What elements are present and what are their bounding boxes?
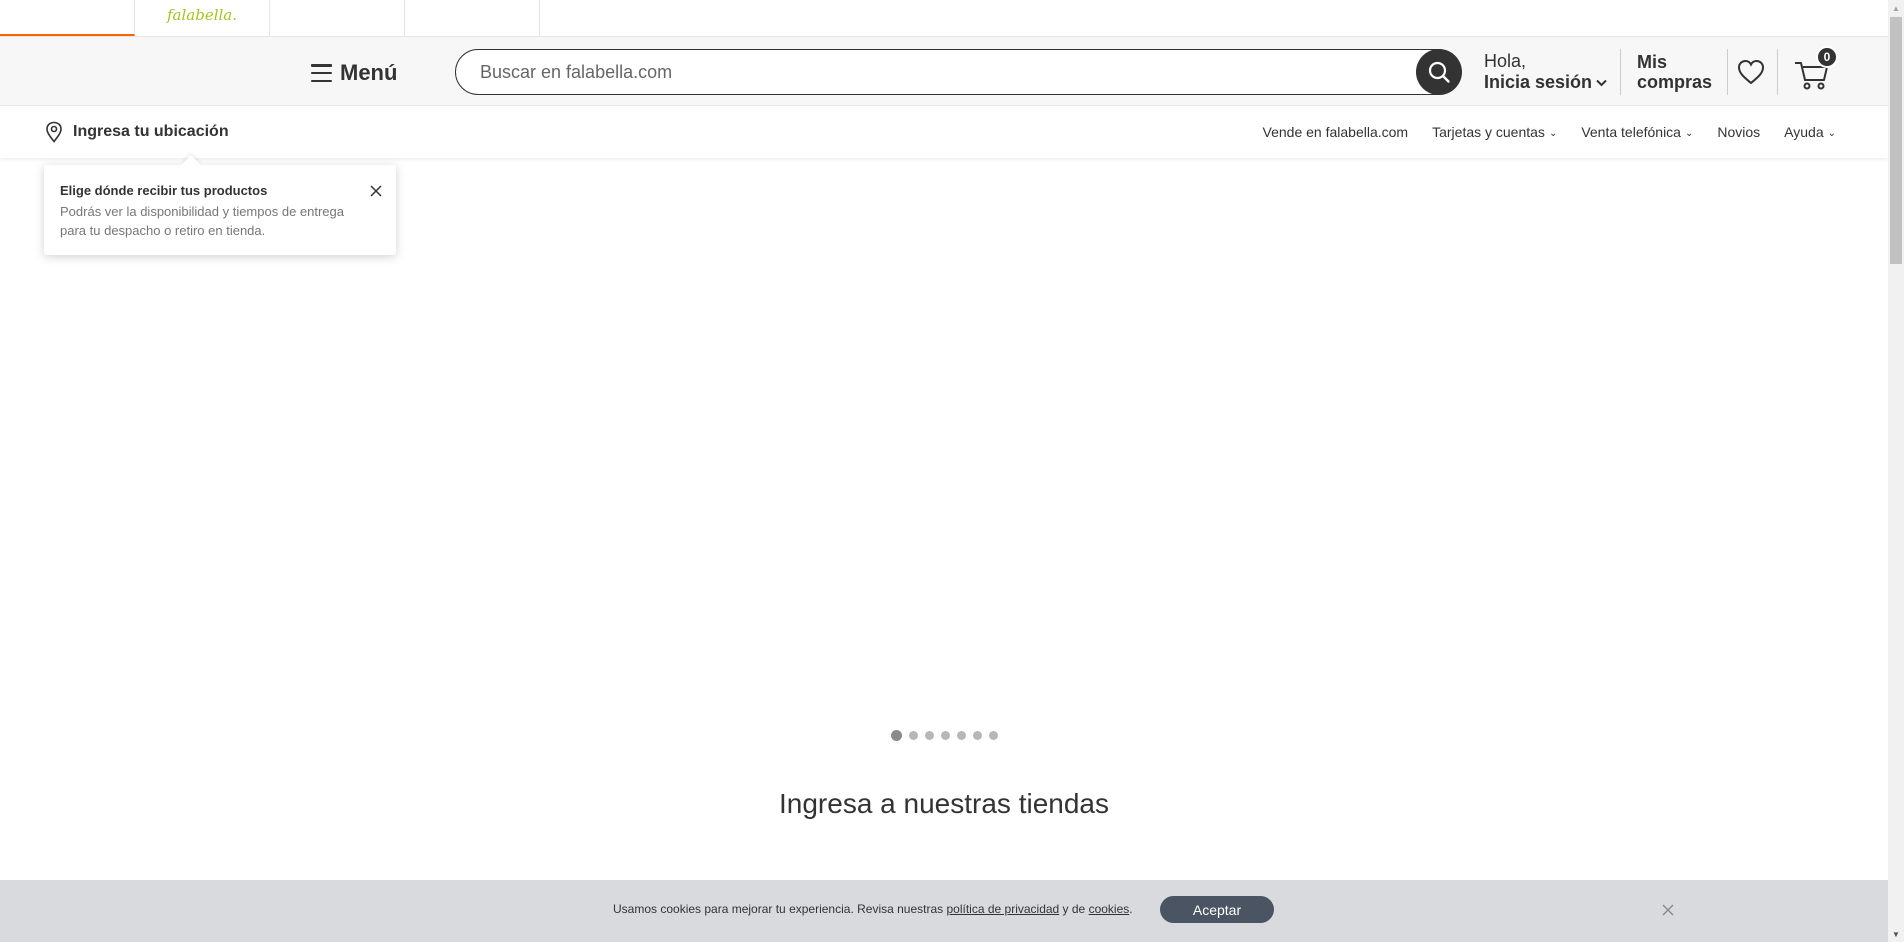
carousel-dot-2[interactable] (909, 731, 918, 740)
link-label: Tarjetas y cuentas (1432, 124, 1545, 140)
carousel-dot-4[interactable] (941, 731, 950, 740)
sub-navigation: Ingresa tu ubicación Vende en falabella.… (0, 107, 1888, 158)
carousel-dot-5[interactable] (957, 731, 966, 740)
brand-tab-falabella[interactable]: falabella. (135, 0, 270, 36)
cookie-text-middle: y de (1059, 902, 1089, 916)
scroll-down-arrow-icon[interactable]: ▼ (1888, 926, 1904, 942)
heart-icon (1737, 59, 1765, 85)
link-label: Novios (1717, 124, 1761, 140)
link-label: Ayuda (1784, 124, 1824, 140)
menu-button[interactable]: Menú (311, 58, 397, 88)
chevron-down-icon: ⌄ (1827, 127, 1836, 139)
favorites-button[interactable] (1736, 58, 1766, 86)
link-vende[interactable]: Vende en falabella.com (1263, 124, 1409, 140)
search-icon (1428, 61, 1450, 83)
orders-line2: compras (1637, 72, 1713, 92)
chevron-down-icon: ⌄ (1548, 127, 1558, 139)
brand-tabs: falabella. (0, 0, 1888, 37)
tooltip-title: Elige dónde recibir tus productos (60, 183, 268, 198)
privacy-policy-link[interactable]: política de privacidad (946, 902, 1059, 916)
cookie-close-button[interactable] (1660, 902, 1676, 918)
search-input[interactable] (480, 50, 1360, 94)
carousel-dot-7[interactable] (989, 731, 998, 740)
login-greeting: Hola, (1484, 51, 1527, 71)
close-icon (1662, 904, 1674, 916)
cookie-banner: Usamos cookies para mejorar tu experienc… (0, 880, 1888, 942)
search-bar (455, 49, 1462, 95)
scroll-up-arrow-icon[interactable]: ▲ (1888, 0, 1904, 16)
cookie-text-end: . (1129, 902, 1133, 916)
carousel-dots (891, 730, 998, 741)
menu-label: Menú (340, 60, 398, 85)
carousel-dot-1[interactable] (891, 730, 902, 741)
cookies-link[interactable]: cookies (1089, 902, 1130, 916)
brand-tab-4[interactable] (405, 0, 540, 36)
divider (1777, 49, 1778, 95)
brand-tab-3[interactable] (270, 0, 405, 36)
carousel-dot-6[interactable] (973, 731, 982, 740)
login-label-row: Inicia sesión (1484, 72, 1607, 93)
link-novios[interactable]: Novios (1717, 124, 1760, 140)
location-label: Ingresa tu ubicación (73, 123, 229, 140)
chevron-down-icon: ⌄ (1684, 127, 1694, 139)
cart-count-badge: 0 (1816, 46, 1838, 68)
login-label: Inicia sesión (1484, 72, 1593, 92)
brand-tab-active[interactable] (0, 0, 135, 36)
search-button[interactable] (1416, 49, 1462, 95)
link-venta-telefonica[interactable]: Venta telefónica ⌄ (1581, 124, 1693, 140)
close-icon (370, 185, 382, 197)
location-pin-icon (46, 121, 62, 143)
section-title: Ingresa a nuestras tiendas (779, 788, 1109, 819)
cookie-text-start: Usamos cookies para mejorar tu experienc… (613, 902, 947, 916)
falabella-logo: falabella. (166, 6, 238, 24)
page-scrollbar[interactable]: ▲ ▼ (1888, 0, 1904, 942)
tooltip-close-button[interactable] (368, 183, 384, 199)
link-ayuda[interactable]: Ayuda ⌄ (1784, 124, 1836, 140)
tooltip-body: Podrás ver la disponibilidad y tiempos d… (60, 204, 345, 238)
accept-cookies-button[interactable]: Aceptar (1160, 896, 1274, 923)
top-links: Vende en falabella.com Tarjetas y cuenta… (1239, 124, 1836, 140)
location-tooltip: Elige dónde recibir tus productos Podrás… (44, 165, 396, 255)
hamburger-icon (311, 64, 332, 82)
header: Menú Hola, Inicia sesión Mis compras (0, 37, 1888, 106)
scroll-thumb[interactable] (1890, 17, 1902, 264)
orders-line1: Mis (1637, 52, 1668, 72)
location-button[interactable]: Ingresa tu ubicación (45, 121, 229, 143)
cookie-text: Usamos cookies para mejorar tu experienc… (613, 902, 1133, 916)
link-label: Vende en falabella.com (1262, 124, 1409, 140)
link-tarjetas[interactable]: Tarjetas y cuentas ⌄ (1432, 124, 1557, 140)
divider (1620, 49, 1621, 95)
my-orders-button[interactable]: Mis compras (1637, 52, 1712, 92)
carousel-dot-3[interactable] (925, 731, 934, 740)
chevron-down-icon (1596, 79, 1607, 86)
link-label: Venta telefónica (1581, 124, 1681, 140)
divider (1727, 49, 1728, 95)
login-button[interactable]: Hola, Inicia sesión (1484, 51, 1607, 93)
